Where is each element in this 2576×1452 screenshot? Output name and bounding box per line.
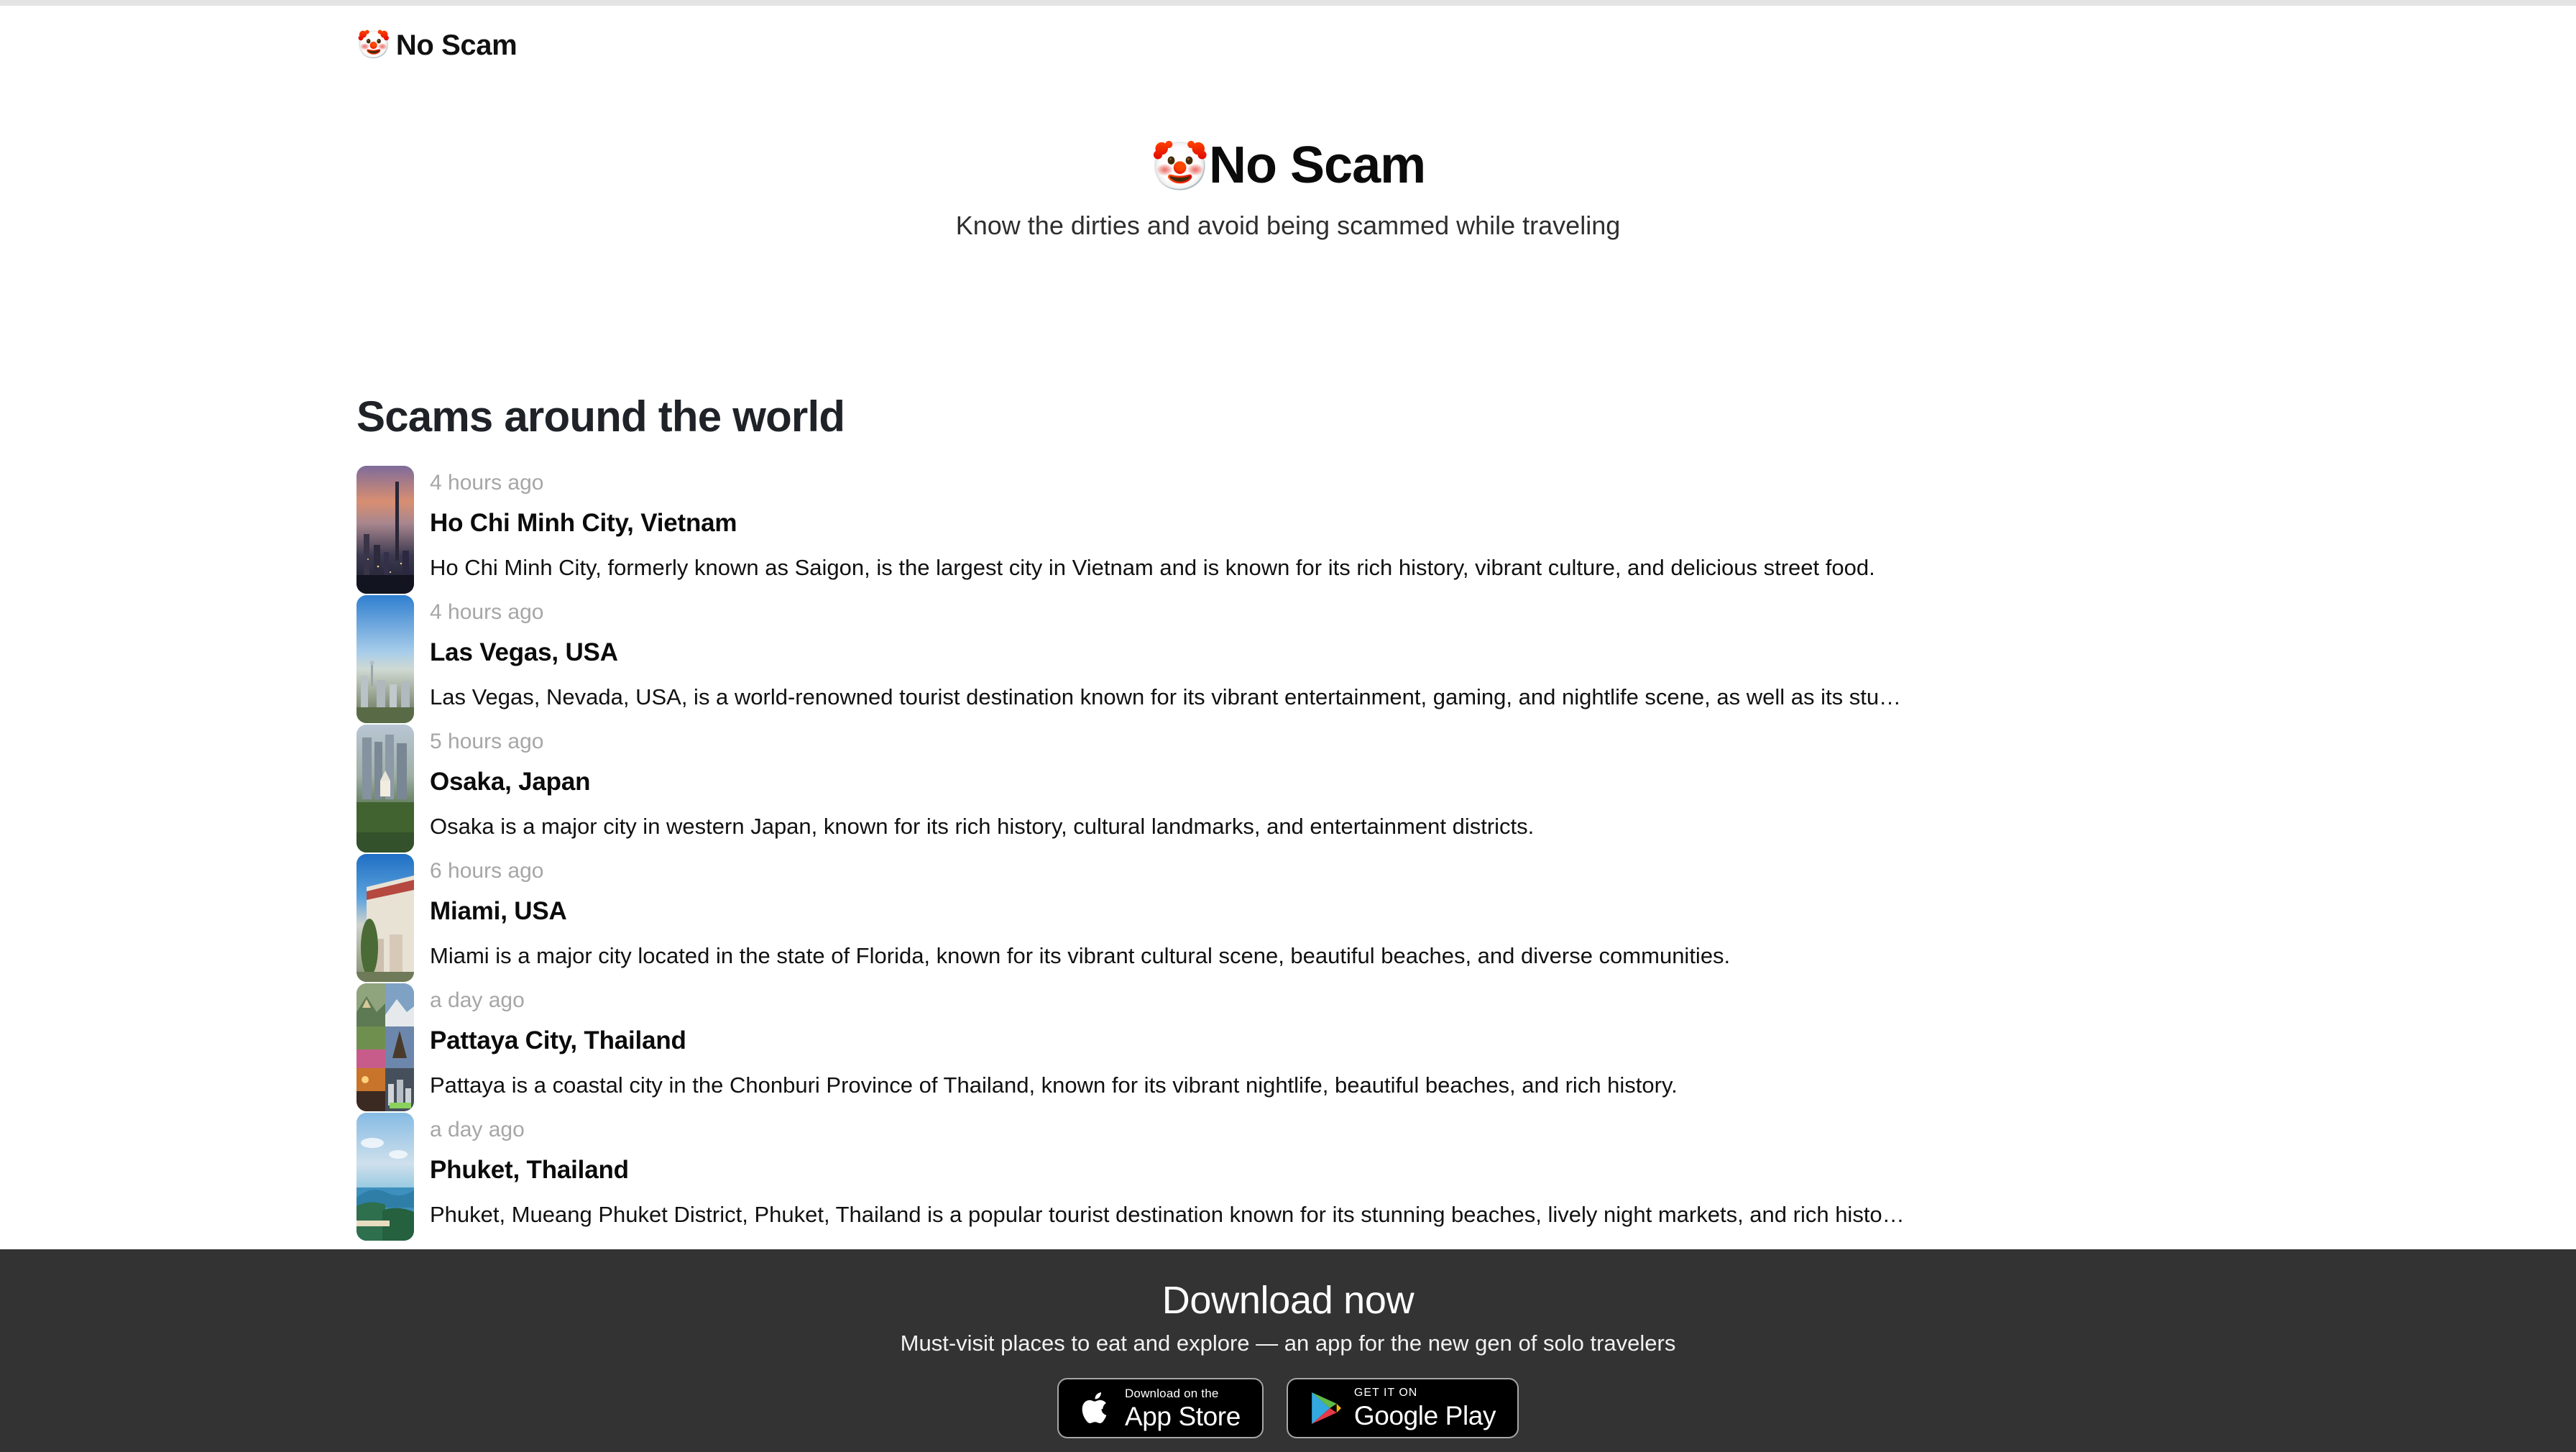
list-item-body: 4 hours ago Las Vegas, USA Las Vegas, Ne… bbox=[430, 595, 2254, 712]
list-item-title: Phuket, Thailand bbox=[430, 1156, 629, 1184]
list-item-description: Phuket, Mueang Phuket District, Phuket, … bbox=[430, 1201, 1905, 1227]
google-play-badge-small: GET IT ON bbox=[1353, 1387, 1418, 1400]
city-thumbnail-art bbox=[356, 466, 414, 594]
brand-name: No Scam bbox=[395, 29, 518, 61]
list-item-body: 5 hours ago Osaka, Japan Osaka is a majo… bbox=[430, 725, 2254, 841]
city-thumbnail-art bbox=[356, 854, 414, 982]
navbar: 🤡 No Scam bbox=[0, 6, 2576, 85]
timestamp: 4 hours ago bbox=[430, 471, 544, 495]
list-item-description: Osaka is a major city in western Japan, … bbox=[430, 813, 1535, 839]
footer-subtitle: Must-visit places to eat and explore — a… bbox=[900, 1331, 1676, 1356]
thumbnail-image bbox=[356, 854, 414, 982]
app-store-badge[interactable]: Download on the App Store bbox=[1057, 1378, 1264, 1439]
hero-title: 🤡No Scam bbox=[0, 137, 2576, 195]
timestamp: a day ago bbox=[430, 1118, 525, 1141]
hero-subtitle: Know the dirties and avoid being scammed… bbox=[955, 210, 1621, 240]
list-item-title: Osaka, Japan bbox=[430, 768, 591, 796]
feed-section: Scams around the world 4 hours ago Ho Ch… bbox=[356, 392, 2254, 1242]
footer-title: Download now bbox=[1162, 1279, 1414, 1322]
list-item-body: 6 hours ago Miami, USA Miami is a major … bbox=[430, 854, 2254, 970]
hero-title-text: No Scam bbox=[1209, 137, 1426, 194]
list-item-description: Miami is a major city located in the sta… bbox=[430, 942, 1731, 968]
city-thumbnail-art bbox=[356, 725, 414, 853]
list-item-title: Ho Chi Minh City, Vietnam bbox=[430, 509, 737, 537]
store-badges: Download on the App Store GET IT ON Goog… bbox=[0, 1378, 2576, 1439]
thumbnail-image bbox=[356, 983, 414, 1111]
app-store-badge-small: Download on the bbox=[1124, 1386, 1219, 1400]
list-item-body: a day ago Phuket, Thailand Phuket, Muean… bbox=[430, 1113, 2254, 1229]
list-item-description: Las Vegas, Nevada, USA, is a world-renow… bbox=[430, 684, 1902, 709]
clown-icon: 🤡 bbox=[356, 30, 390, 60]
google-play-badge-big: Google Play bbox=[1353, 1401, 1496, 1431]
list-item-description: Pattaya is a coastal city in the Chonbur… bbox=[430, 1072, 1678, 1098]
city-thumbnail-art bbox=[356, 595, 414, 723]
section-heading: Scams around the world bbox=[356, 392, 845, 441]
timestamp: a day ago bbox=[430, 988, 525, 1012]
list-item-title: Miami, USA bbox=[430, 897, 567, 925]
list-item[interactable]: 4 hours ago Ho Chi Minh City, Vietnam Ho… bbox=[356, 466, 2254, 595]
hero-section: 🤡No Scam Know the dirties and avoid bein… bbox=[0, 137, 2576, 241]
list-item[interactable]: a day ago Phuket, Thailand Phuket, Muean… bbox=[356, 1113, 2254, 1242]
browser-chrome-strip bbox=[0, 0, 2576, 6]
app-page: 🤡 No Scam 🤡No Scam Know the dirties and … bbox=[0, 0, 2576, 1452]
list-item[interactable]: 5 hours ago Osaka, Japan Osaka is a majo… bbox=[356, 725, 2254, 854]
thumbnail-image bbox=[356, 595, 414, 723]
list-item-body: 4 hours ago Ho Chi Minh City, Vietnam Ho… bbox=[430, 466, 2254, 582]
list-item-title: Pattaya City, Thailand bbox=[430, 1026, 686, 1054]
brand-logo-link[interactable]: 🤡 No Scam bbox=[356, 29, 518, 62]
google-play-badge[interactable]: GET IT ON Google Play bbox=[1286, 1378, 1519, 1439]
list-item-description: Ho Chi Minh City, formerly known as Saig… bbox=[430, 554, 1875, 580]
apple-icon bbox=[1082, 1392, 1107, 1424]
thumbnail-image bbox=[356, 466, 414, 594]
timestamp: 5 hours ago bbox=[430, 730, 544, 753]
collage-thumbnail-art bbox=[356, 983, 414, 1111]
app-store-badge-texts: Download on the App Store bbox=[1125, 1387, 1241, 1430]
coast-thumbnail-art bbox=[356, 1113, 414, 1241]
footer: Download now Must-visit places to eat an… bbox=[0, 1249, 2576, 1452]
list-item-title: Las Vegas, USA bbox=[430, 638, 618, 666]
thumbnail-image bbox=[356, 1113, 414, 1241]
list-item[interactable]: 6 hours ago Miami, USA Miami is a major … bbox=[356, 854, 2254, 983]
clown-icon: 🤡 bbox=[1150, 139, 1210, 193]
timestamp: 6 hours ago bbox=[430, 859, 544, 883]
app-store-badge-big: App Store bbox=[1124, 1401, 1241, 1431]
google-play-icon bbox=[1312, 1392, 1341, 1425]
thumbnail-image bbox=[356, 725, 414, 853]
list-item[interactable]: a day ago Pattaya City, Thailand Pattaya… bbox=[356, 983, 2254, 1113]
list-item[interactable]: 4 hours ago Las Vegas, USA Las Vegas, Ne… bbox=[356, 595, 2254, 725]
list-item-body: a day ago Pattaya City, Thailand Pattaya… bbox=[430, 983, 2254, 1100]
google-play-badge-texts: GET IT ON Google Play bbox=[1353, 1387, 1496, 1431]
timestamp: 4 hours ago bbox=[430, 600, 544, 624]
feed-list: 4 hours ago Ho Chi Minh City, Vietnam Ho… bbox=[356, 466, 2254, 1242]
